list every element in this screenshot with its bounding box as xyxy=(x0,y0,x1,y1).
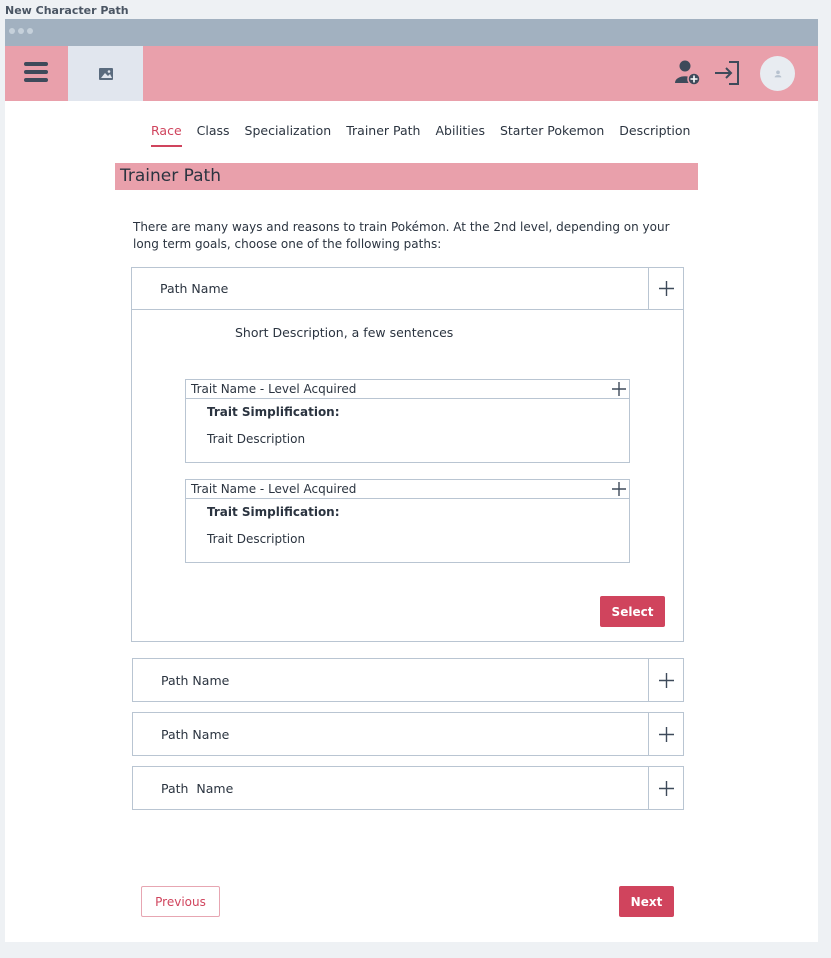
tab-description[interactable]: Description xyxy=(619,123,690,138)
tab-class[interactable]: Class xyxy=(197,123,230,138)
trait-header[interactable]: Trait Name - Level Acquired xyxy=(186,480,629,499)
intro-text: There are many ways and reasons to train… xyxy=(133,220,670,251)
app-header xyxy=(5,46,818,101)
app-window: Race Class Specialization Trainer Path A… xyxy=(5,19,818,942)
tab-specialization[interactable]: Specialization xyxy=(245,123,332,138)
trait-card: Trait Name - Level Acquired Trait Simpli… xyxy=(185,379,630,463)
trait-name: Trait Name - Level Acquired xyxy=(191,382,357,396)
trait-simplification: Trait Simplification: xyxy=(207,505,340,519)
trait-description: Trait Description xyxy=(207,432,306,446)
trait-card: Trait Name - Level Acquired Trait Simpli… xyxy=(185,479,630,563)
select-button[interactable]: Select xyxy=(600,596,665,627)
path-short-description: Short Description, a few sentences xyxy=(235,325,454,340)
previous-button[interactable]: Previous xyxy=(141,886,220,917)
expand-plus-icon[interactable] xyxy=(648,713,683,755)
next-button[interactable]: Next xyxy=(619,886,674,917)
trait-header[interactable]: Trait Name - Level Acquired xyxy=(186,380,629,399)
tab-starter-pokemon[interactable]: Starter Pokemon xyxy=(500,123,604,138)
expand-plus-icon[interactable] xyxy=(611,481,627,497)
path-accordion: Path Name xyxy=(132,712,684,756)
path-name: Path Name xyxy=(161,726,230,742)
tab-abilities[interactable]: Abilities xyxy=(435,123,484,138)
trait-simplification: Trait Simplification: xyxy=(207,405,340,419)
path-name: Path Name xyxy=(161,780,234,796)
tab-race[interactable]: Race xyxy=(151,123,182,147)
user-avatar-icon[interactable] xyxy=(760,56,795,91)
path-name: Path Name xyxy=(161,672,230,688)
tab-trainer-path[interactable]: Trainer Path xyxy=(346,123,420,138)
path-accordion-expanded: Path Name Short Description, a few sente… xyxy=(131,267,684,642)
window-titlebar xyxy=(5,19,818,46)
path-name: Path Name xyxy=(160,281,229,296)
path-header[interactable]: Path Name xyxy=(133,659,683,701)
trait-name: Trait Name - Level Acquired xyxy=(191,482,357,496)
trait-description: Trait Description xyxy=(207,532,306,546)
section-title: Trainer Path xyxy=(115,163,698,190)
window-controls[interactable] xyxy=(9,28,33,34)
path-accordion: Path Name xyxy=(132,658,684,702)
expand-plus-icon[interactable] xyxy=(611,381,627,397)
expand-plus-icon[interactable] xyxy=(648,659,683,701)
path-header[interactable]: Path Name xyxy=(133,713,683,755)
path-header[interactable]: Path Name xyxy=(132,268,683,310)
expand-plus-icon[interactable] xyxy=(648,268,683,309)
path-header[interactable]: Path Name xyxy=(133,767,683,809)
add-user-icon[interactable] xyxy=(675,59,701,87)
hamburger-menu-icon[interactable] xyxy=(24,62,48,82)
expand-plus-icon[interactable] xyxy=(648,767,683,809)
image-placeholder-icon xyxy=(68,46,143,101)
path-accordion: Path Name xyxy=(132,766,684,810)
wizard-tabs: Race Class Specialization Trainer Path A… xyxy=(151,123,705,147)
login-icon[interactable] xyxy=(713,60,741,86)
page-label: New Character Path xyxy=(5,4,129,17)
